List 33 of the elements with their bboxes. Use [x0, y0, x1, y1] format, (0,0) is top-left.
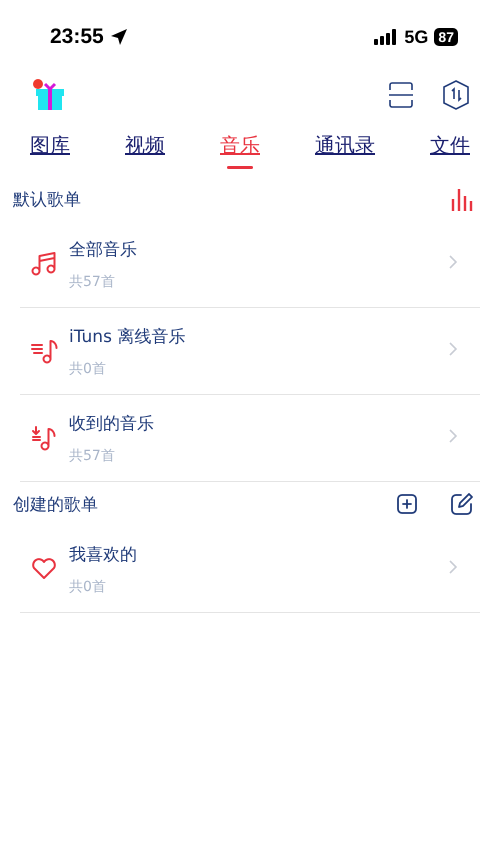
playlist-title[interactable]: iTuns 离线音乐: [69, 324, 448, 348]
gift-icon[interactable]: [32, 78, 66, 112]
tab[interactable]: 图库: [30, 132, 70, 169]
chevron-right-icon: [448, 341, 458, 357]
scan-icon[interactable]: [388, 81, 414, 109]
location-arrow-icon: [110, 28, 128, 46]
battery-level: 87: [434, 28, 458, 46]
edit-icon[interactable]: [450, 492, 474, 516]
signal-icon: [374, 29, 398, 45]
music-notes-icon: [30, 250, 58, 278]
chevron-right-icon: [448, 254, 458, 270]
add-icon[interactable]: [396, 493, 418, 515]
music-list-icon: [30, 337, 58, 365]
song-count: 共57首: [69, 272, 116, 290]
chevron-right-icon: [448, 428, 458, 444]
transfer-icon[interactable]: [442, 80, 470, 110]
music-download-icon: [30, 424, 58, 452]
tab[interactable]: 通讯录: [315, 132, 375, 169]
section-title: 默认歌单: [13, 188, 81, 210]
playlist-title[interactable]: 全部音乐: [69, 238, 448, 260]
status-time: 23:55: [50, 25, 104, 49]
song-count: 共0首: [69, 360, 107, 378]
tab[interactable]: 音乐: [220, 132, 260, 169]
equalizer-icon[interactable]: [450, 187, 474, 211]
chevron-right-icon: [448, 559, 458, 575]
tab[interactable]: 视频: [125, 132, 165, 169]
song-count: 共57首: [69, 446, 116, 464]
playlist-title[interactable]: 收到的音乐: [69, 412, 448, 434]
section-title: 创建的歌单: [13, 494, 98, 516]
tab[interactable]: 文件: [430, 132, 470, 169]
playlist-title[interactable]: 我喜欢的: [69, 542, 448, 566]
song-count: 共0首: [69, 578, 107, 596]
network-type: 5G: [404, 26, 428, 48]
